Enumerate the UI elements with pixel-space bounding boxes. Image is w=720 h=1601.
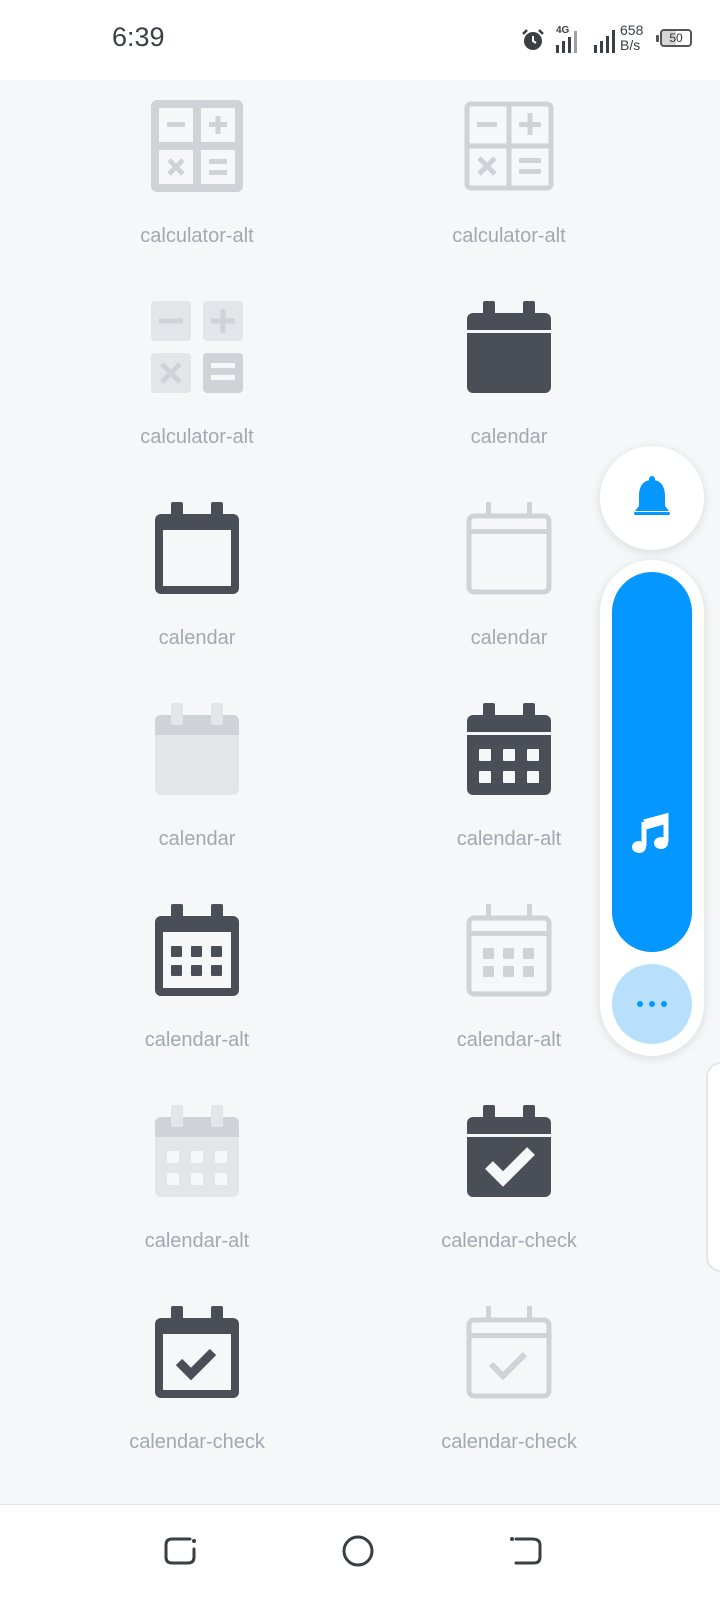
icon-cell-calculator-alt[interactable]: calculator-alt bbox=[37, 80, 357, 285]
icon-label: calendar-alt bbox=[144, 1029, 250, 1051]
calendar-icon bbox=[155, 502, 239, 594]
icon-label: calculator-alt bbox=[140, 225, 254, 247]
home-button[interactable] bbox=[334, 1527, 382, 1575]
alarm-icon bbox=[522, 29, 544, 50]
icon-cell-calendar-alt[interactable]: calendar-alt bbox=[37, 884, 357, 1089]
status-time: 6:39 bbox=[112, 22, 165, 52]
music-button[interactable] bbox=[612, 572, 692, 952]
icon-label: calendar-check bbox=[441, 1431, 577, 1453]
icon-label: calculator-alt bbox=[140, 426, 254, 448]
icon-cell-calendar-check[interactable]: calendar-check bbox=[349, 1286, 669, 1491]
navigation-bar bbox=[0, 1504, 720, 1601]
calculator-alt-icon bbox=[151, 301, 243, 393]
status-icons: 4G bbox=[520, 22, 620, 58]
status-bar: 6:39 4G 658 B/s 50 bbox=[0, 0, 720, 80]
calendar-alt-icon bbox=[155, 1105, 239, 1197]
icon-label: calendar bbox=[158, 828, 236, 850]
calculator-alt-icon bbox=[151, 100, 243, 192]
icon-label: calendar-alt bbox=[144, 1230, 250, 1252]
signal-icon bbox=[594, 30, 615, 53]
icon-cell-calendar-check[interactable]: calendar-check bbox=[349, 1085, 669, 1290]
icon-cell-calendar[interactable]: calendar bbox=[37, 482, 357, 687]
signal-4g-icon: 4G bbox=[554, 25, 584, 55]
icon-cell-calendar[interactable]: calendar bbox=[37, 683, 357, 888]
battery-tip bbox=[656, 35, 659, 42]
calendar-check-icon bbox=[155, 1306, 239, 1398]
battery-icon: 50 bbox=[660, 29, 692, 47]
bell-icon bbox=[634, 476, 670, 515]
icon-cell-calendar-check[interactable]: calendar-check bbox=[37, 1286, 357, 1491]
network-speed: 658 B/s bbox=[620, 23, 643, 53]
icon-label: calendar-check bbox=[441, 1230, 577, 1252]
icon-label: calendar bbox=[158, 627, 236, 649]
more-button[interactable] bbox=[612, 964, 692, 1044]
calendar-check-icon bbox=[466, 1306, 552, 1399]
calendar-icon bbox=[467, 301, 551, 393]
calendar-check-icon bbox=[467, 1105, 551, 1197]
floating-panel bbox=[600, 560, 704, 1056]
calendar-alt-icon bbox=[467, 703, 551, 795]
side-panel-handle[interactable] bbox=[706, 1062, 720, 1272]
calculator-alt-icon bbox=[464, 101, 554, 191]
calendar-icon bbox=[466, 502, 552, 595]
icon-label: calendar bbox=[470, 426, 548, 448]
notification-button[interactable] bbox=[600, 446, 704, 550]
icon-cell-calculator-alt[interactable]: calculator-alt bbox=[349, 80, 669, 285]
icon-label: calendar-check bbox=[129, 1431, 265, 1453]
more-horizontal-icon bbox=[637, 1001, 667, 1007]
back-button[interactable] bbox=[502, 1527, 550, 1575]
speed-value: 658 bbox=[620, 22, 644, 38]
icon-cell-calculator-alt[interactable]: calculator-alt bbox=[37, 281, 357, 486]
recent-apps-button[interactable] bbox=[156, 1527, 204, 1575]
icon-cell-calendar-alt[interactable]: calendar-alt bbox=[37, 1085, 357, 1290]
icon-label: calculator-alt bbox=[452, 225, 566, 247]
calendar-icon bbox=[155, 703, 239, 795]
music-note-icon bbox=[632, 812, 669, 853]
battery-level: 50 bbox=[669, 31, 683, 45]
calendar-alt-icon bbox=[155, 904, 239, 996]
speed-unit: B/s bbox=[620, 37, 641, 53]
calendar-alt-icon bbox=[466, 904, 552, 997]
